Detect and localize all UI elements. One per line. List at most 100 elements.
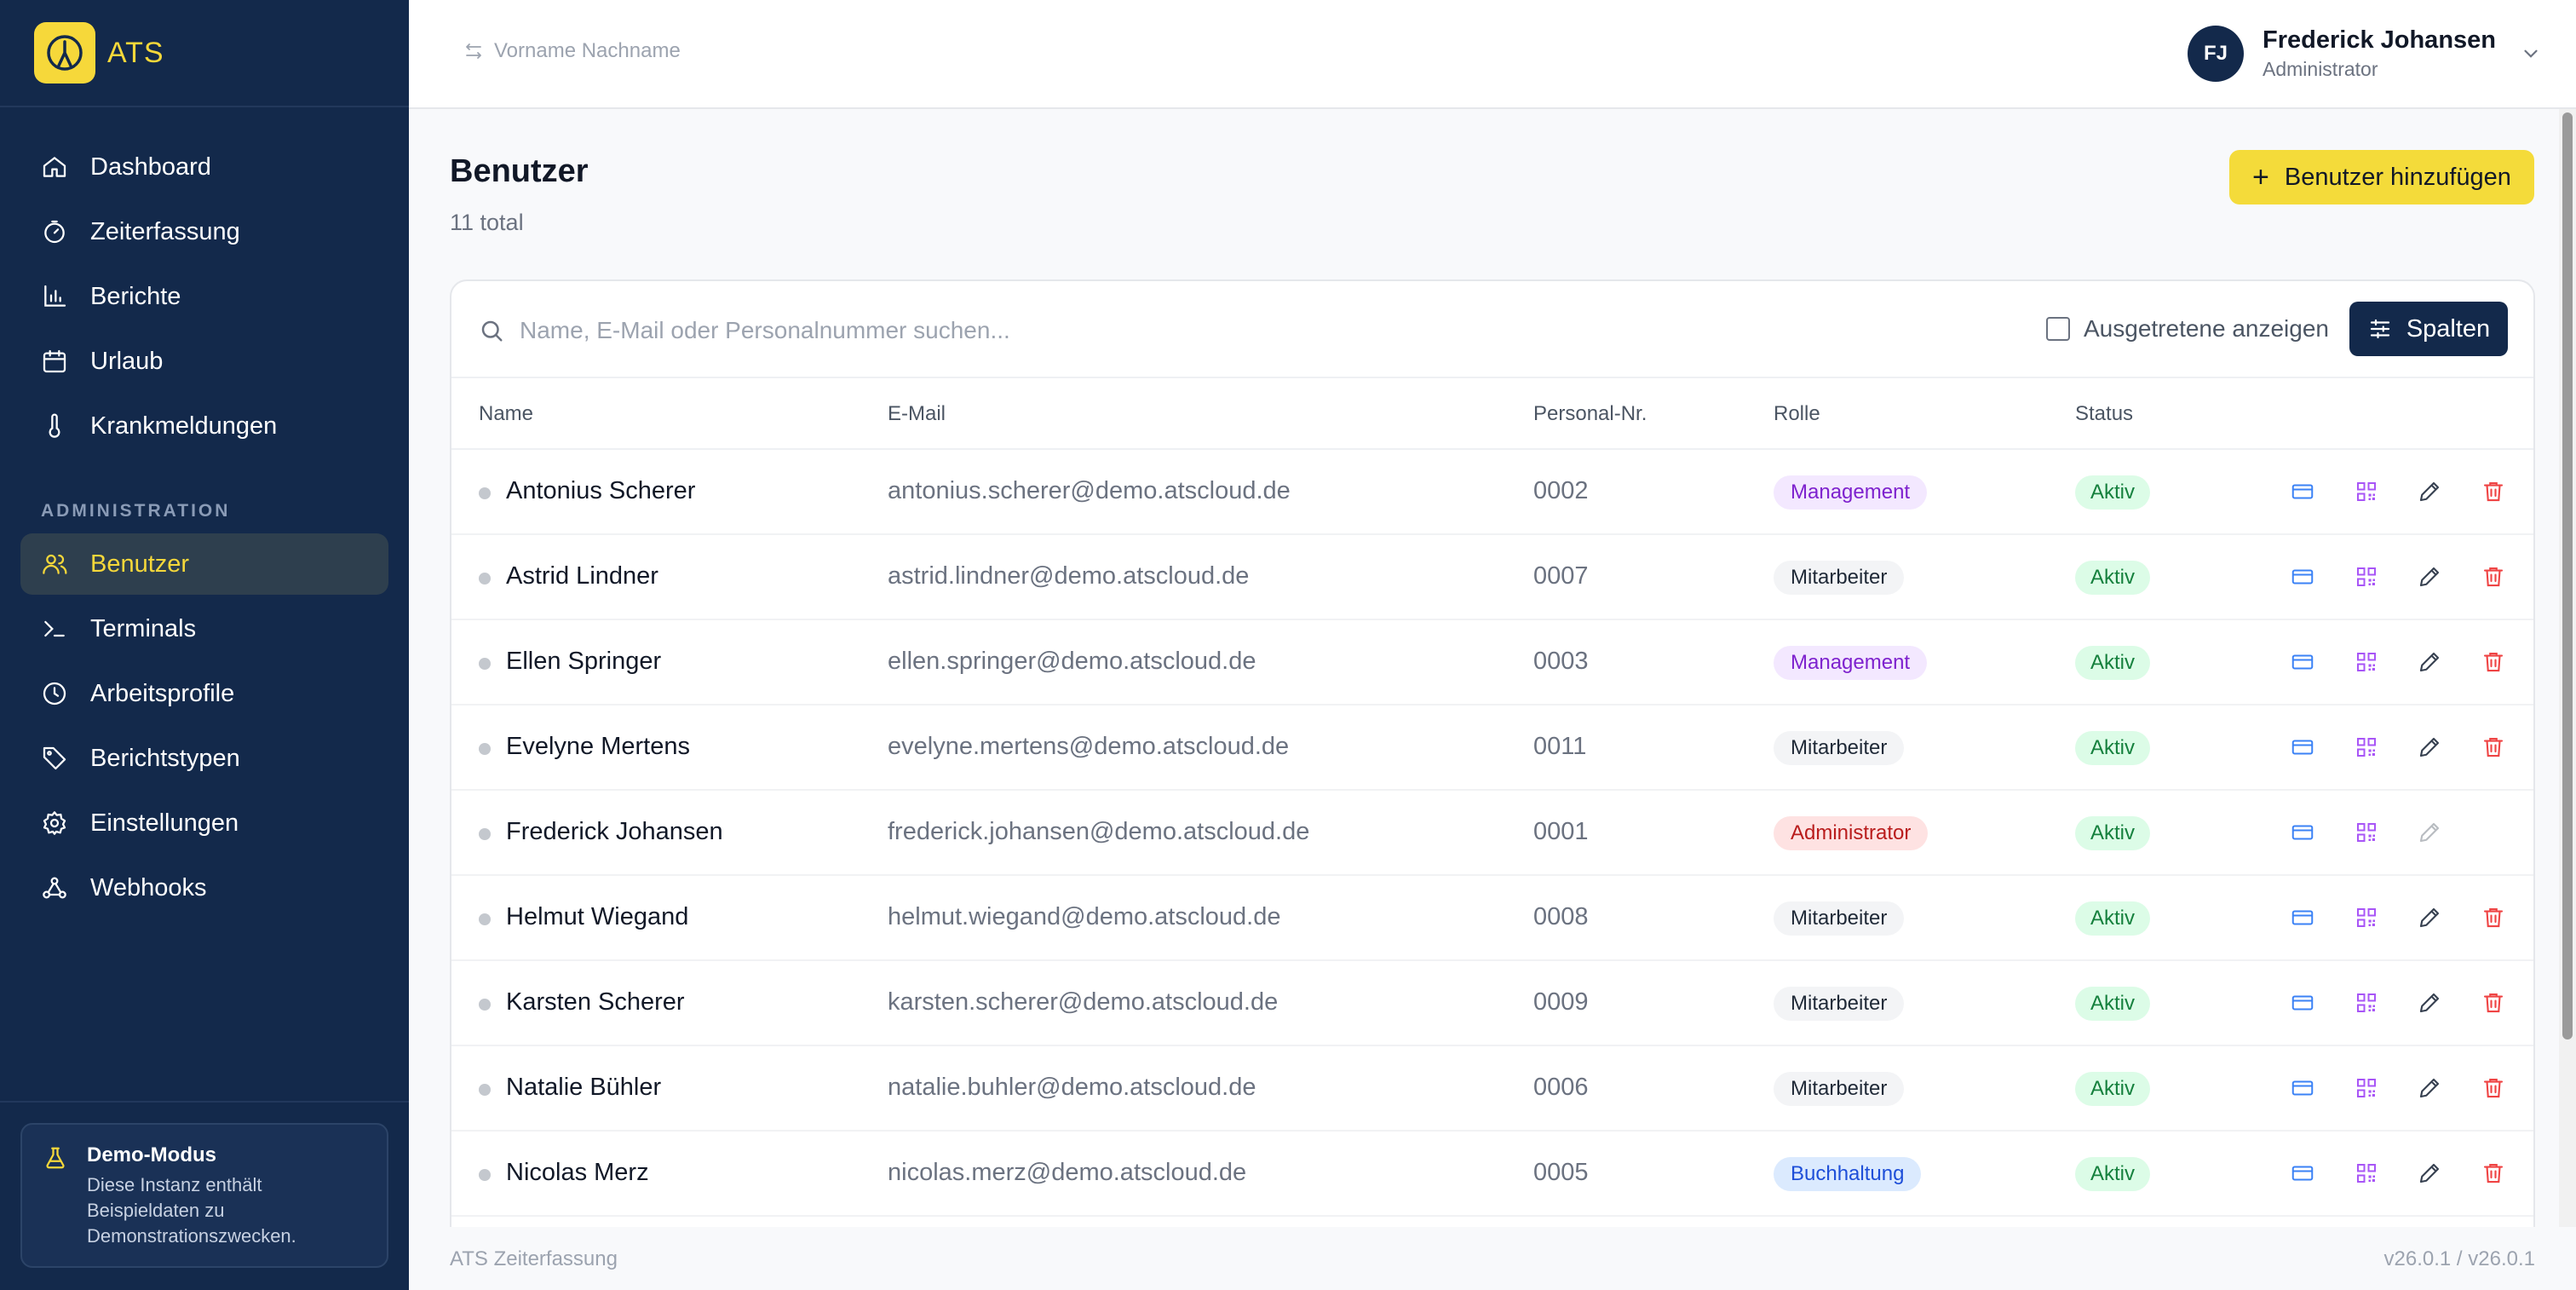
ats-logo-icon[interactable] (34, 22, 95, 84)
card-icon[interactable] (2290, 990, 2315, 1016)
column-header-personal-nr[interactable]: Personal-Nr. (1533, 402, 1647, 426)
pencil-icon[interactable] (2417, 479, 2442, 504)
bar-chart-icon (44, 285, 66, 307)
qr-code-icon[interactable] (2354, 649, 2379, 675)
user-name-cell[interactable]: Natalie Bühler (506, 1074, 661, 1102)
search-input[interactable] (520, 317, 1712, 344)
card-icon[interactable] (2290, 1160, 2315, 1186)
add-user-button[interactable]: + Benutzer hinzufügen (2229, 150, 2534, 204)
trash-icon[interactable] (2481, 649, 2506, 675)
card-icon[interactable] (2290, 1075, 2315, 1101)
qr-code-icon[interactable] (2354, 905, 2379, 930)
user-name-cell[interactable]: Nicolas Merz (506, 1159, 649, 1187)
user-name-cell[interactable]: Helmut Wiegand (506, 903, 688, 931)
role-badge: Management (1774, 475, 1928, 510)
columns-button[interactable]: Spalten (2349, 302, 2508, 356)
user-email-cell: ellen.springer@demo.atscloud.de (888, 648, 1256, 675)
trash-icon[interactable] (2481, 1075, 2506, 1101)
presence-dot (479, 1169, 491, 1181)
pencil-icon[interactable] (2417, 564, 2442, 590)
qr-code-icon[interactable] (2354, 990, 2379, 1016)
trash-icon[interactable] (2481, 1160, 2506, 1186)
qr-code-icon[interactable] (2354, 734, 2379, 760)
user-name-cell[interactable]: Evelyne Mertens (506, 733, 690, 761)
card-icon[interactable] (2290, 820, 2315, 845)
role-badge: Mitarbeiter (1774, 987, 1905, 1021)
status-badge: Aktiv (2075, 901, 2151, 936)
qr-code-icon[interactable] (2354, 1160, 2379, 1186)
status-badge: Aktiv (2075, 475, 2151, 510)
terminal-icon (44, 620, 65, 637)
clock-icon (43, 682, 66, 705)
column-header-name[interactable]: Name (479, 402, 533, 426)
trash-icon[interactable] (2481, 564, 2506, 590)
sidebar-item-benutzer[interactable]: Benutzer (20, 533, 388, 595)
personal-nr-cell: 0007 (1533, 562, 1589, 590)
user-name-cell[interactable]: Frederick Johansen (506, 818, 723, 846)
pencil-icon[interactable] (2417, 1160, 2442, 1186)
trash-icon[interactable] (2481, 479, 2506, 504)
sidebar-item-zeiterfassung[interactable]: Zeiterfassung (20, 201, 388, 262)
table-row[interactable]: Ellen Springer ellen.springer@demo.atsclo… (451, 620, 2533, 705)
role-badge: Management (1774, 646, 1928, 680)
personal-nr-cell: 0006 (1533, 1074, 1589, 1101)
table-row[interactable]: Evelyne Mertens evelyne.mertens@demo.atsc… (451, 705, 2533, 791)
trash-icon[interactable] (2481, 734, 2506, 760)
sidebar-item-terminals[interactable]: Terminals (20, 598, 388, 659)
pencil-icon[interactable] (2417, 734, 2442, 760)
pencil-icon[interactable] (2417, 1075, 2442, 1101)
user-name-cell[interactable]: Ellen Springer (506, 648, 661, 676)
presence-dot (479, 658, 491, 670)
show-inactive-checkbox[interactable] (2046, 317, 2070, 341)
qr-code-icon[interactable] (2354, 820, 2379, 845)
table-row[interactable]: Karsten Scherer karsten.scherer@demo.atsc… (451, 961, 2533, 1046)
sidebar: ATS Dashboard Zeiterfassung Berichte Url… (0, 0, 409, 1290)
sidebar-item-urlaub[interactable]: Urlaub (20, 331, 388, 392)
table-row[interactable]: Natalie Bühler natalie.buhler@demo.atsclo… (451, 1046, 2533, 1132)
table-row[interactable]: Helmut Wiegand helmut.wiegand@demo.atsclo… (451, 876, 2533, 961)
card-icon[interactable] (2290, 479, 2315, 504)
user-name-cell[interactable]: Karsten Scherer (506, 988, 685, 1016)
app-name: ATS (107, 36, 164, 69)
trash-icon[interactable] (2481, 905, 2506, 930)
role-badge: Mitarbeiter (1774, 1072, 1905, 1106)
show-inactive-label: Ausgetretene anzeigen (2084, 315, 2329, 342)
table-row[interactable]: Frederick Johansen frederick.johansen@dem… (451, 791, 2533, 876)
trash-icon[interactable] (2481, 990, 2506, 1016)
card-icon[interactable] (2290, 734, 2315, 760)
column-header-role[interactable]: Rolle (1774, 402, 1820, 426)
show-inactive-toggle[interactable]: Ausgetretene anzeigen (2046, 315, 2329, 343)
card-icon[interactable] (2290, 649, 2315, 675)
sidebar-item-webhooks[interactable]: Webhooks (20, 857, 388, 919)
user-menu[interactable]: FJ Frederick Johansen Administrator (2188, 26, 2542, 82)
thermometer-icon (49, 413, 60, 438)
scrollbar-thumb[interactable] (2562, 112, 2573, 1039)
qr-code-icon[interactable] (2354, 1075, 2379, 1101)
presence-dot (479, 913, 491, 925)
table-row[interactable]: Antonius Scherer antonius.scherer@demo.at… (451, 450, 2533, 535)
column-header-email[interactable]: E-Mail (888, 402, 946, 426)
sidebar-item-berichte[interactable]: Berichte (20, 266, 388, 327)
sidebar-item-arbeitsprofile[interactable]: Arbeitsprofile (20, 663, 388, 724)
sidebar-item-label: Dashboard (90, 153, 211, 181)
table-row[interactable]: Nicolas Merz nicolas.merz@demo.atscloud.d… (451, 1132, 2533, 1217)
sidebar-item-berichtstypen[interactable]: Berichtstypen (20, 728, 388, 789)
name-order-toggle[interactable]: Vorname Nachname (463, 39, 681, 63)
column-header-status[interactable]: Status (2075, 402, 2133, 426)
sidebar-item-dashboard[interactable]: Dashboard (20, 136, 388, 198)
plus-icon: + (2252, 160, 2269, 193)
pencil-icon[interactable] (2417, 905, 2442, 930)
user-name-cell[interactable]: Antonius Scherer (506, 477, 695, 505)
user-name-cell[interactable]: Astrid Lindner (506, 562, 658, 590)
qr-code-icon[interactable] (2354, 564, 2379, 590)
sidebar-item-einstellungen[interactable]: Einstellungen (20, 792, 388, 854)
table-row[interactable]: Astrid Lindner astrid.lindner@demo.atsclo… (451, 535, 2533, 620)
card-icon[interactable] (2290, 564, 2315, 590)
card-icon[interactable] (2290, 905, 2315, 930)
pencil-icon[interactable] (2417, 649, 2442, 675)
pencil-icon[interactable] (2417, 990, 2442, 1016)
sidebar-item-krankmeldungen[interactable]: Krankmeldungen (20, 395, 388, 457)
demo-mode-title: Demo-Modus (87, 1143, 216, 1166)
qr-code-icon[interactable] (2354, 479, 2379, 504)
scrollbar[interactable] (2559, 109, 2576, 1227)
